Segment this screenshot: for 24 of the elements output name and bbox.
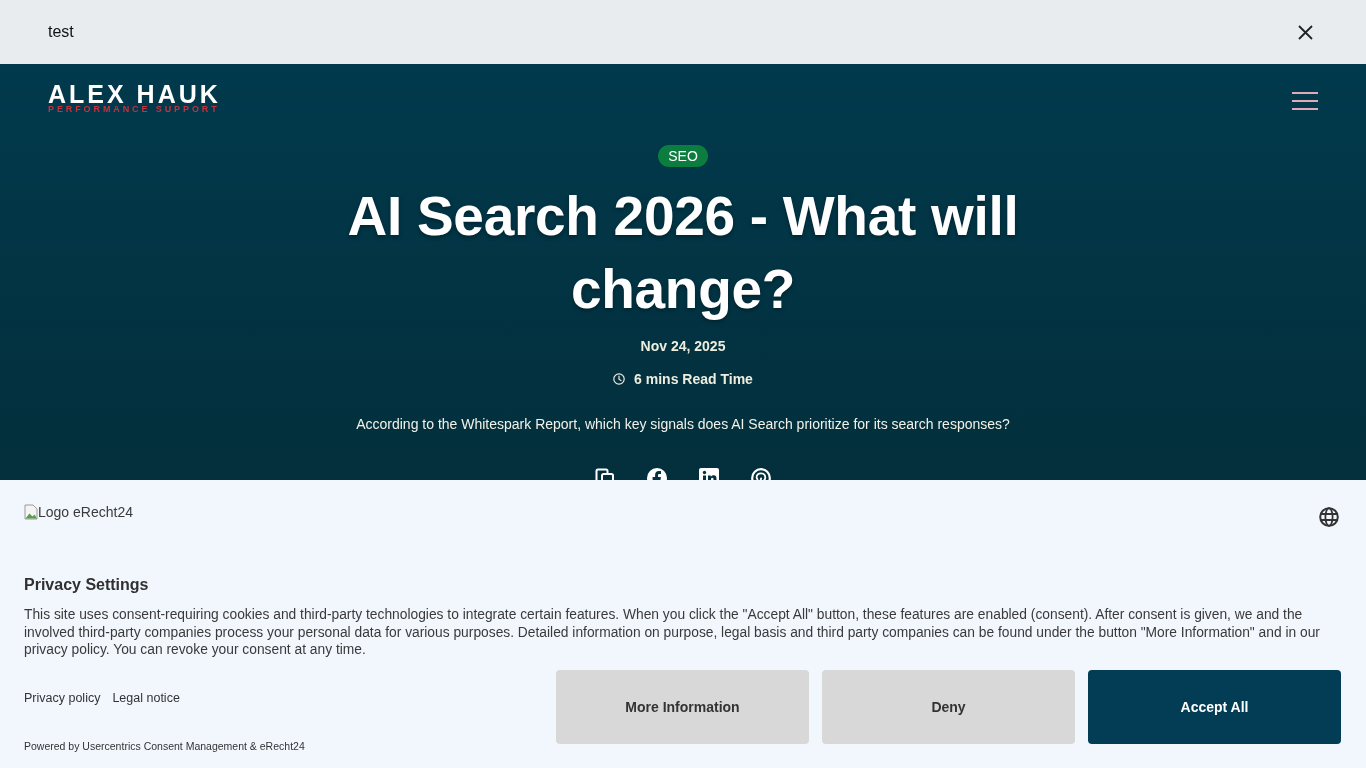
publish-date: Nov 24, 2025 <box>640 337 726 356</box>
article-title: AI Search 2026 - What will change? <box>346 184 1020 322</box>
globe-icon[interactable] <box>1319 507 1339 527</box>
linkedin-icon[interactable] <box>699 468 719 480</box>
article-summary: According to the Whitespark Report, which key signals does AI Search prioritize for its search responses? <box>356 415 1010 434</box>
category-tag[interactable]: SEO <box>658 145 708 167</box>
broken-image-icon <box>24 504 38 520</box>
notification-text: test <box>48 22 74 42</box>
banner-title: Privacy Settings <box>24 575 150 595</box>
close-icon[interactable] <box>1298 24 1313 40</box>
consent-button[interactable]: Deny <box>822 669 1075 744</box>
consent-text: This site uses consent-requiring cookies and third-party technologies to integrate certain features. When you click the "Accept All" button, these features are enabled (consent). After consent is given, we and the involved third-party companies process your personal data for various purposes. Detailed information on purpose, legal basis and third party companies can be found under the button "More Information" and in our privacy policy. You can revoke your consent at any time. <box>24 606 1321 659</box>
footer-link[interactable]: Privacy policy <box>24 689 101 706</box>
footer-link[interactable]: Legal notice <box>112 689 180 706</box>
powered-by-text: Powered by Usercentrics Consent Management & eRecht24 <box>24 738 305 753</box>
clock-icon <box>613 373 626 385</box>
pinterest-icon[interactable] <box>751 468 771 480</box>
read-time: 6 mins Read Time <box>634 370 753 389</box>
logo[interactable]: ALEX HAUK PERFORMANCE SUPPORT <box>48 84 221 115</box>
copy-icon[interactable] <box>595 468 615 480</box>
consent-button[interactable]: More Information <box>556 669 809 744</box>
consent-button[interactable]: Accept All <box>1088 669 1341 744</box>
logo-alt-text: Logo eRecht24 <box>38 503 133 522</box>
menu-icon[interactable] <box>1292 92 1318 110</box>
